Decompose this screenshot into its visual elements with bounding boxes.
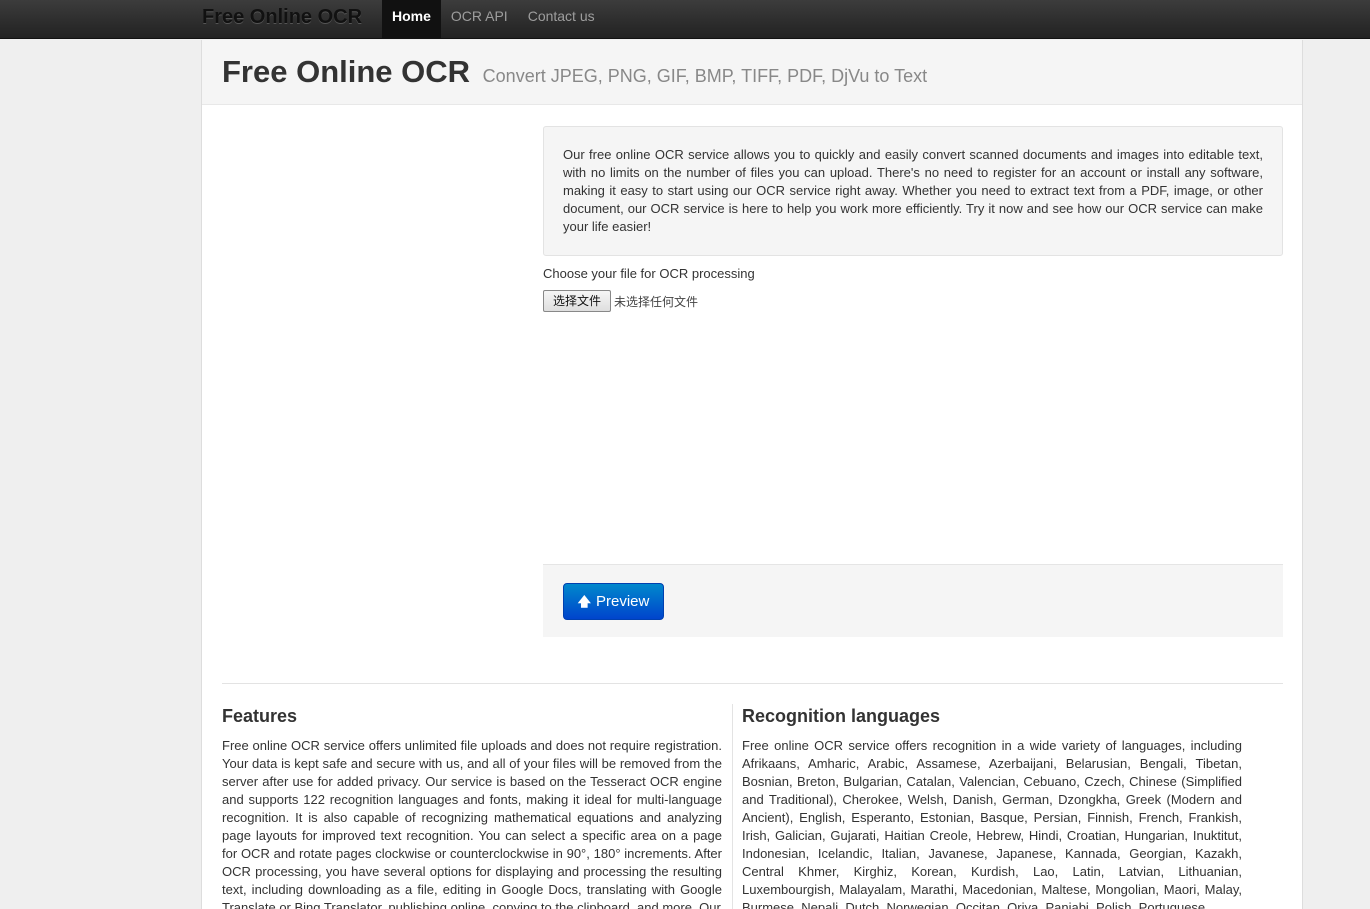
page-title-text: Free Online OCR <box>222 54 471 89</box>
languages-heading: Recognition languages <box>742 706 941 726</box>
intro-well: Our free online OCR service allows you t… <box>543 126 1283 256</box>
languages-section: Recognition languages Free online OCR se… <box>742 705 1242 909</box>
features-text: Free online OCR service offers unlimited… <box>222 738 722 909</box>
column-separator <box>732 704 733 909</box>
arrow-up-icon: 🡅 <box>577 594 591 609</box>
file-status-text: 未选择任何文件 <box>614 295 699 309</box>
nav-item-contact-us[interactable]: Contact us <box>518 0 605 38</box>
hero-header: Free Online OCR Convert JPEG, PNG, GIF, … <box>202 40 1302 105</box>
main-nav: Home OCR API Contact us <box>382 0 605 38</box>
brand-logo[interactable]: Free Online OCR <box>202 6 362 29</box>
features-section: Features Free online OCR service offers … <box>222 705 722 909</box>
languages-text: Free online OCR service offers recogniti… <box>742 738 1242 909</box>
features-heading: Features <box>222 706 298 726</box>
choose-file-button[interactable]: 选择文件 <box>543 290 611 312</box>
preview-button[interactable]: 🡅 Preview <box>563 583 664 620</box>
nav-item-ocr-api[interactable]: OCR API <box>441 0 518 38</box>
section-divider <box>222 683 1283 684</box>
nav-item-home[interactable]: Home <box>382 0 441 38</box>
file-input-label: Choose your file for OCR processing <box>543 266 755 281</box>
top-navbar: Free Online OCR Home OCR API Contact us <box>0 0 1370 39</box>
form-actions: 🡅 Preview <box>543 564 1283 637</box>
page-title: Free Online OCR Convert JPEG, PNG, GIF, … <box>222 54 927 90</box>
main-container: Free Online OCR Convert JPEG, PNG, GIF, … <box>201 40 1303 909</box>
page-subtitle: Convert JPEG, PNG, GIF, BMP, TIFF, PDF, … <box>482 66 928 86</box>
preview-button-label: Preview <box>596 593 650 610</box>
